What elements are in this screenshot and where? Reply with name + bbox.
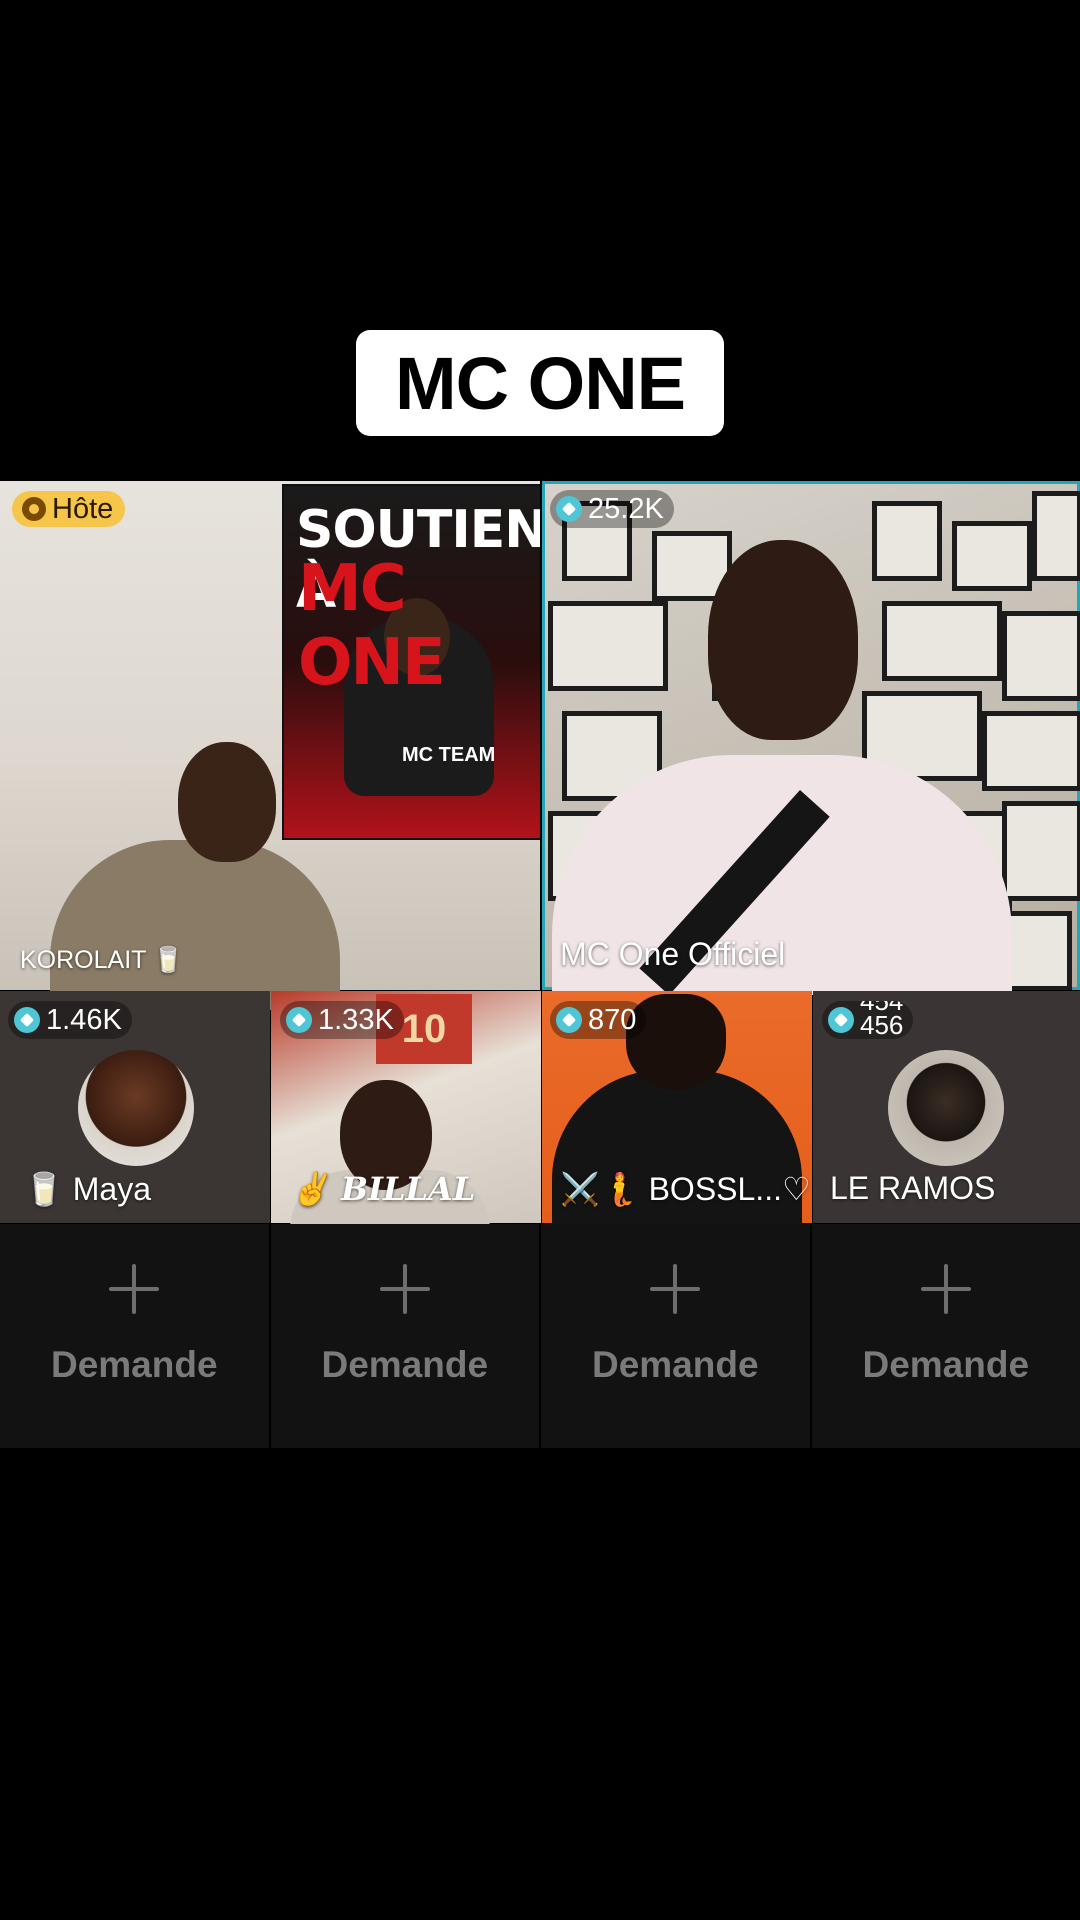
featured-count-value: 25.2K (588, 492, 664, 525)
guest-gift-count: 1.46K (8, 1001, 132, 1039)
host-icon (22, 497, 46, 521)
request-slot[interactable]: Demande (541, 1224, 810, 1448)
request-label: Demande (50, 1344, 218, 1385)
request-label: Demande (591, 1344, 759, 1385)
plus-icon (650, 1264, 701, 1314)
featured-gift-count: 25.2K (550, 490, 674, 528)
guest-gift-count: 454 456 (822, 1001, 914, 1039)
gem-icon (828, 1007, 854, 1033)
request-label: Demande (321, 1344, 489, 1385)
plus-icon (379, 1264, 430, 1314)
host-person-head (178, 742, 276, 862)
request-slots: Demande Demande Demande Demande (0, 1224, 1080, 1448)
live-title: MC ONE (395, 341, 686, 425)
featured-name: MC One Officiel (560, 936, 786, 972)
plus-icon (109, 1264, 160, 1314)
le-ramos-avatar (888, 1050, 1004, 1166)
support-poster: SOUTIEN À MC ONE MC TEAM (282, 484, 540, 840)
host-role-label: Hôte (52, 492, 114, 525)
live-title-banner: MC ONE (356, 330, 724, 436)
gem-icon (14, 1007, 40, 1033)
featured-person-head (708, 540, 858, 740)
poster-line2: MC ONE (298, 552, 446, 700)
guest-name-maya: 🥛 Maya (24, 1171, 151, 1207)
guest-gift-count: 1.33K (280, 1001, 404, 1039)
host-name: KOROLAIT 🥛 (20, 946, 185, 974)
gem-icon (556, 496, 582, 522)
guest-name-billal: ✌ BILLAL (290, 1170, 476, 1208)
guest-name-le-ramos: LE RAMOS (830, 1170, 996, 1206)
maya-avatar (78, 1050, 194, 1166)
request-slot[interactable]: Demande (0, 1224, 269, 1448)
request-slot[interactable]: Demande (811, 1224, 1080, 1448)
plus-icon (920, 1264, 971, 1314)
request-slot[interactable]: Demande (270, 1224, 539, 1448)
gem-icon (556, 1007, 582, 1033)
poster-team: MC TEAM (402, 744, 496, 766)
request-label: Demande (862, 1344, 1030, 1385)
guest-name-bossl: ⚔️🧜 BOSSL...♡ (560, 1171, 811, 1207)
host-role-badge: Hôte (12, 491, 126, 527)
gem-icon (286, 1007, 312, 1033)
guest-gift-count: 870 (550, 1001, 647, 1039)
